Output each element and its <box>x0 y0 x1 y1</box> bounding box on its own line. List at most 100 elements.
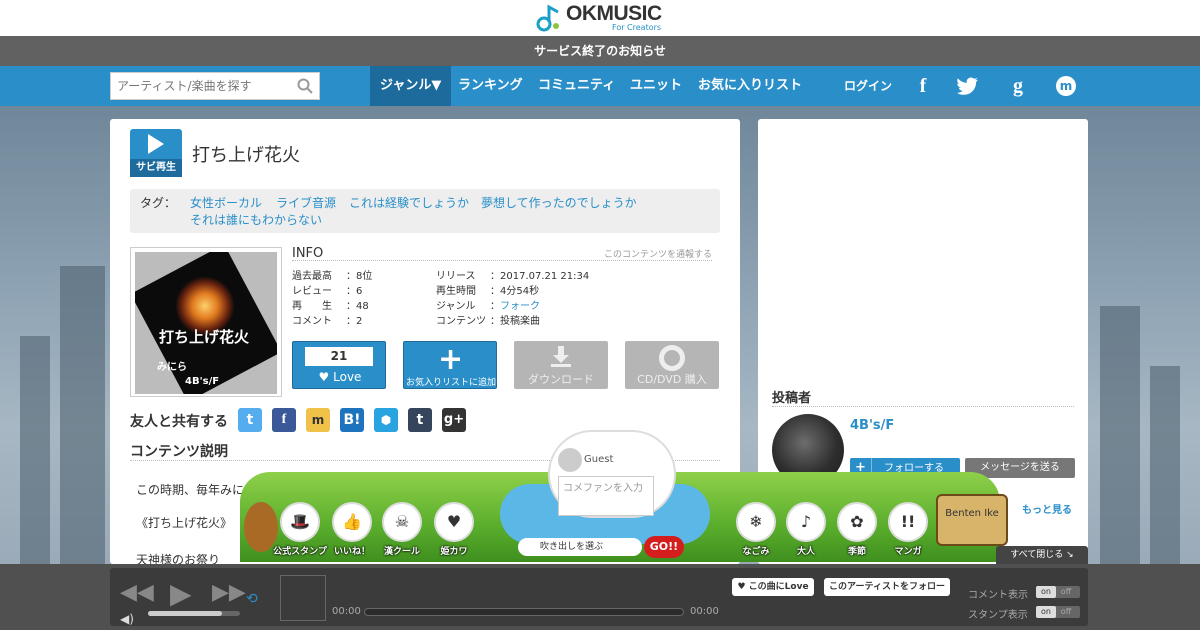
stamp-season-icon[interactable]: ✿ <box>837 502 877 542</box>
comment-toggle[interactable]: コメント表示 on off <box>968 586 1080 601</box>
player-box: ◀◀ ▶ ▶▶ ⟲ ◀) 00:00 00:00 ♥ この曲にLove このアー… <box>110 568 1088 626</box>
prev-icon[interactable]: ◀◀ <box>120 582 154 604</box>
share-heading: 友人と共有する <box>130 414 228 430</box>
svg-text:m: m <box>1060 79 1073 93</box>
google-icon[interactable]: g <box>1006 74 1030 98</box>
service-notice[interactable]: サービス終了のお知らせ <box>0 36 1200 66</box>
stamp-calm-icon[interactable]: ❄ <box>736 502 776 542</box>
info-row: 過去最高 ：8位 <box>292 271 373 282</box>
guest-avatar <box>558 448 582 472</box>
stamp-manga-icon[interactable]: !! <box>888 502 928 542</box>
love-button[interactable]: 21 ♥ Love <box>292 341 386 389</box>
volume-icon: ◀) <box>120 612 134 626</box>
mixi-icon[interactable]: m <box>1054 74 1078 98</box>
report-link[interactable]: このコンテンツを通報する <box>604 247 712 260</box>
info-header: INFO このコンテンツを通報する <box>292 246 712 261</box>
share-googleplus-icon[interactable]: g+ <box>442 408 466 432</box>
poster-name[interactable]: 4B's/F <box>850 418 894 433</box>
logo-bar: OKMUSIC For Creators <box>0 0 1200 36</box>
player-thumbnail <box>280 575 326 621</box>
music-player: ◀◀ ▶ ▶▶ ⟲ ◀) 00:00 00:00 ♥ この曲にLove このアー… <box>0 564 1200 630</box>
stamp-label: マンガ <box>894 547 922 557</box>
play-icon[interactable]: ▶ <box>170 580 192 608</box>
stamp-cool-icon[interactable]: ☠ <box>382 502 422 542</box>
time-total: 00:00 <box>690 606 719 617</box>
info-row: 再 生：48 <box>292 301 369 312</box>
main-nav: ジャンル▼ ランキング コミュニティ ユニット お気に入りリスト ログイン f … <box>0 66 1200 106</box>
song-title: 打ち上げ花火 <box>192 145 300 166</box>
seek-bar[interactable] <box>364 608 684 616</box>
guest-name: Guest <box>584 454 614 465</box>
info-row: 再生時間 ：4分54秒 <box>436 286 540 297</box>
cd-purchase-button[interactable]: CD/DVD 購入 <box>625 341 719 389</box>
love-label: Love <box>333 370 362 384</box>
share-tumblr-icon[interactable]: t <box>408 408 432 432</box>
jacket-line1: みにら <box>157 362 187 373</box>
nav-community[interactable]: コミュニティ <box>528 66 625 106</box>
tag-link[interactable]: それは誰にもわからない <box>190 211 322 228</box>
stamp-label: 姫カワ <box>440 547 468 557</box>
search-input[interactable] <box>111 73 291 99</box>
go-button[interactable]: GO!! <box>644 536 684 558</box>
add-favorite-button[interactable]: + お気入りリストに追加 <box>403 341 497 389</box>
search-icon[interactable] <box>297 78 313 94</box>
logo-note-icon <box>536 4 559 32</box>
share-hatena-icon[interactable]: B! <box>340 408 364 432</box>
stamp-cute-icon[interactable]: ♥ <box>434 502 474 542</box>
nav-genre[interactable]: ジャンル▼ <box>370 66 452 106</box>
close-all-button[interactable]: すべて閉じる ↘ <box>996 546 1088 564</box>
play-icon <box>148 134 164 154</box>
follow-artist-button[interactable]: このアーティストをフォロー <box>824 578 950 596</box>
stamp-like-icon[interactable]: 👍 <box>332 502 372 542</box>
facebook-icon[interactable]: f <box>911 74 935 98</box>
time-current: 00:00 <box>332 606 361 617</box>
tags-label: タグ： <box>140 196 177 210</box>
poster-heading: 投稿者 <box>772 387 1074 407</box>
tag-link[interactable]: ライブ音源 <box>276 194 336 211</box>
info-row: レビュー ：6 <box>292 286 363 297</box>
love-song-button[interactable]: ♥ この曲にLove <box>732 578 814 596</box>
nav-favorites[interactable]: お気に入りリスト <box>688 66 812 106</box>
nav-ranking[interactable]: ランキング <box>448 66 533 106</box>
share-facebook-icon[interactable]: f <box>272 408 296 432</box>
sabi-play-button[interactable]: サビ再生 <box>130 129 182 177</box>
stamp-adult-icon[interactable]: ♪ <box>786 502 826 542</box>
favorite-label: お気入りリストに追加 <box>405 378 496 388</box>
search-box <box>110 72 320 100</box>
benten-ike-sign[interactable]: Benten Ike <box>936 494 1008 546</box>
stamp-label: 漢クール <box>383 547 420 557</box>
twitter-icon[interactable] <box>956 74 980 98</box>
stamp-official-icon[interactable]: 🎩 <box>280 502 320 542</box>
genre-link[interactable]: フォーク <box>500 301 540 312</box>
share-twitter-icon[interactable]: t <box>238 408 262 432</box>
comment-cloud: Guest コメファンを入力 <box>548 430 676 518</box>
info-heading: INFO <box>292 246 324 261</box>
stamp-label: 公式スタンプ <box>273 547 327 557</box>
disc-icon <box>659 345 685 371</box>
next-icon[interactable]: ▶▶ <box>212 582 246 604</box>
tag-link[interactable]: これは経験でしょうか <box>349 194 469 211</box>
sabi-play-label: サビ再生 <box>130 159 182 177</box>
jacket-title: 打ち上げ花火 <box>159 328 250 346</box>
tag-link[interactable]: 女性ボーカル <box>190 194 262 211</box>
jacket-line2: 4B's/F <box>185 376 220 387</box>
info-row: コメント ：2 <box>292 316 363 327</box>
tag-link[interactable]: 夢想して作ったのでしょうか <box>481 194 637 211</box>
repeat-icon[interactable]: ⟲ <box>246 588 258 610</box>
stamp-toggle[interactable]: スタンプ表示 on off <box>968 606 1080 621</box>
login-link[interactable]: ログイン <box>834 66 902 106</box>
love-count: 21 <box>305 347 373 366</box>
okmusic-logo[interactable]: OKMUSIC For Creators <box>536 2 666 34</box>
share-mixi-icon[interactable]: m <box>306 408 330 432</box>
download-label: ダウンロード <box>528 373 594 386</box>
heart-icon: ♥ <box>318 370 334 384</box>
stamp-overlay: 🎩 公式スタンプ 👍 いいね！ ☠ 漢クール ♥ 姫カワ Guest コメファン… <box>0 430 1200 564</box>
download-button[interactable]: ダウンロード <box>514 341 608 389</box>
nav-unit[interactable]: ユニット <box>620 66 692 106</box>
select-bubble-button[interactable]: 吹き出しを選ぶ <box>518 538 642 556</box>
comment-input[interactable]: コメファンを入力 <box>558 476 654 516</box>
volume-slider[interactable] <box>148 611 240 616</box>
cd-label: CD/DVD 購入 <box>637 373 707 386</box>
share-hexagon-icon[interactable]: ⬢ <box>374 408 398 432</box>
info-row: リリース ：2017.07.21 21:34 <box>436 271 590 282</box>
